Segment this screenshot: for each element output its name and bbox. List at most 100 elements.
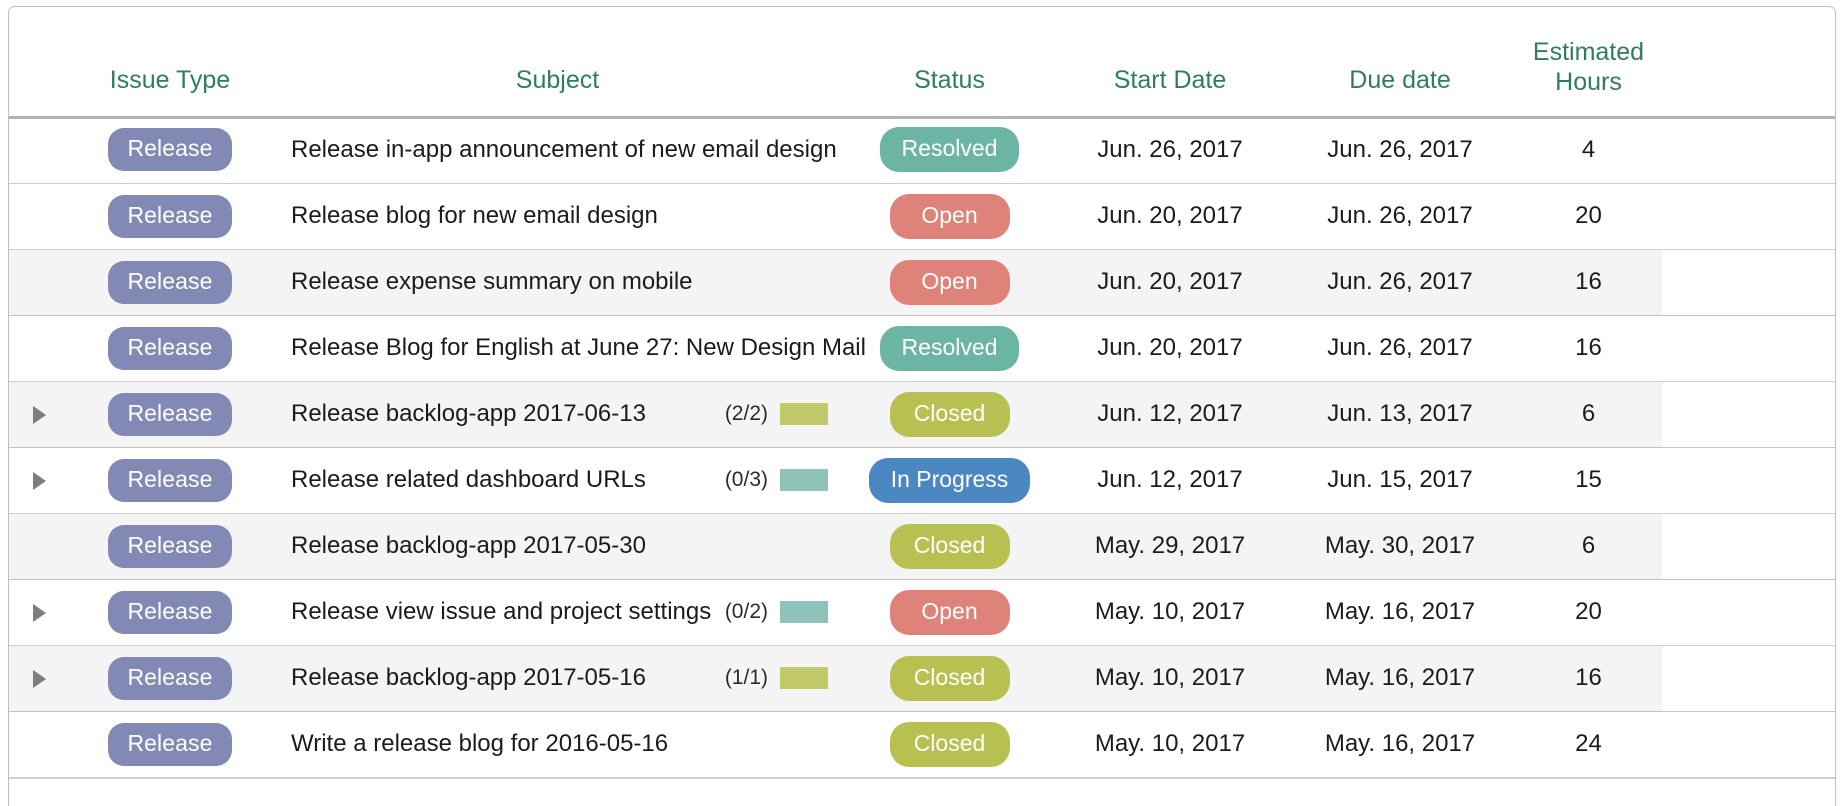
issue-type-cell: Release: [69, 381, 271, 447]
issue-table: Issue Type Subject Status Start Date Due…: [9, 7, 1835, 778]
issue-type-badge[interactable]: Release: [108, 723, 231, 766]
table-row[interactable]: Release Release in-app announcement of ne…: [9, 117, 1835, 183]
subject-link[interactable]: Write a release blog for 2016-05-16: [291, 730, 668, 758]
issue-type-badge[interactable]: Release: [108, 128, 231, 171]
subject-cell: Release related dashboard URLs (0/3): [271, 447, 844, 513]
row-expand-cell: [9, 711, 69, 777]
subject-link[interactable]: Release related dashboard URLs: [291, 466, 646, 494]
column-header-issue-type[interactable]: Issue Type: [69, 7, 271, 117]
chevron-right-icon[interactable]: [33, 670, 46, 688]
issue-type-cell: Release: [69, 645, 271, 711]
column-header-start-date[interactable]: Start Date: [1055, 7, 1285, 117]
status-cell: Resolved: [844, 315, 1055, 381]
subtask-progress: (0/3): [725, 468, 828, 492]
column-header-estimated-hours[interactable]: EstimatedHours: [1515, 7, 1662, 117]
subject-cell: Release blog for new email design: [271, 183, 844, 249]
table-row[interactable]: Release Release expense summary on mobile…: [9, 249, 1835, 315]
status-badge[interactable]: Open: [890, 590, 1010, 635]
row-expand-cell: [9, 513, 69, 579]
issue-type-badge[interactable]: Release: [108, 393, 231, 436]
issue-type-cell: Release: [69, 117, 271, 183]
subject-wrapper: Release backlog-app 2017-06-13 (2/2): [291, 400, 828, 428]
status-cell: Closed: [844, 711, 1055, 777]
subject-link[interactable]: Release Blog for English at June 27: New…: [291, 334, 866, 362]
subject-wrapper: Release view issue and project settings (…: [291, 598, 828, 626]
subject-wrapper: Release Blog for English at June 27: New…: [291, 334, 828, 362]
issue-type-badge[interactable]: Release: [108, 525, 231, 568]
chevron-right-icon[interactable]: [33, 406, 46, 424]
estimated-hours-cell: 6: [1515, 513, 1662, 579]
table-row[interactable]: Release Release blog for new email design…: [9, 183, 1835, 249]
start-date-cell: Jun. 12, 2017: [1055, 447, 1285, 513]
issue-type-badge[interactable]: Release: [108, 591, 231, 634]
subtask-progress: (2/2): [725, 402, 828, 426]
subject-cell: Release backlog-app 2017-05-16(1/1): [271, 645, 844, 711]
chevron-right-icon[interactable]: [33, 472, 46, 490]
subject-link[interactable]: Release backlog-app 2017-06-13: [291, 400, 646, 428]
table-row[interactable]: Release Release view issue and project se…: [9, 579, 1835, 645]
status-badge[interactable]: Resolved: [880, 127, 1020, 172]
subject-link[interactable]: Release backlog-app 2017-05-16: [291, 664, 646, 692]
table-row[interactable]: Release Release related dashboard URLs (0/…: [9, 447, 1835, 513]
start-date-cell: May. 10, 2017: [1055, 579, 1285, 645]
table-row[interactable]: Release Release backlog-app 2017-05-16(1/…: [9, 645, 1835, 711]
due-date-cell: Jun. 26, 2017: [1285, 183, 1515, 249]
subject-link[interactable]: Release view issue and project settings: [291, 598, 711, 626]
subject-cell: Release backlog-app 2017-06-13 (2/2): [271, 381, 844, 447]
issue-type-badge[interactable]: Release: [108, 261, 231, 304]
table-row[interactable]: Release Write a release blog for 2016-05-…: [9, 711, 1835, 777]
subject-link[interactable]: Release backlog-app 2017-05-30: [291, 532, 646, 560]
table-row[interactable]: Release Release Blog for English at June …: [9, 315, 1835, 381]
status-badge[interactable]: In Progress: [869, 458, 1031, 503]
column-header-start-date-label: Start Date: [1055, 66, 1285, 117]
column-header-due-date[interactable]: Due date: [1285, 7, 1515, 117]
status-cell: Open: [844, 249, 1055, 315]
header-divider: [9, 116, 1835, 119]
status-cell: Open: [844, 579, 1055, 645]
subtask-progress-bar: [780, 403, 828, 425]
issue-table-panel: Issue Type Subject Status Start Date Due…: [8, 6, 1836, 806]
subtask-count-label: (2/2): [725, 402, 768, 426]
estimated-hours-cell: 16: [1515, 315, 1662, 381]
column-header-status[interactable]: Status: [844, 7, 1055, 117]
row-expand-cell[interactable]: [9, 579, 69, 645]
estimated-hours-cell: 20: [1515, 579, 1662, 645]
estimated-hours-cell: 24: [1515, 711, 1662, 777]
chevron-right-icon[interactable]: [33, 604, 46, 622]
row-expand-cell[interactable]: [9, 447, 69, 513]
status-cell: Closed: [844, 513, 1055, 579]
subtask-count-label: (0/2): [725, 600, 768, 624]
subject-cell: Release backlog-app 2017-05-30: [271, 513, 844, 579]
table-row[interactable]: Release Release backlog-app 2017-05-30 Clo…: [9, 513, 1835, 579]
status-badge[interactable]: Resolved: [880, 326, 1020, 371]
column-header-expand: [9, 7, 69, 117]
subject-link[interactable]: Release expense summary on mobile: [291, 268, 693, 296]
status-badge[interactable]: Open: [890, 260, 1010, 305]
status-badge[interactable]: Open: [890, 194, 1010, 239]
issue-type-badge[interactable]: Release: [108, 327, 231, 370]
row-expand-cell[interactable]: [9, 645, 69, 711]
row-expand-cell[interactable]: [9, 381, 69, 447]
subject-link[interactable]: Release in-app announcement of new email…: [291, 136, 837, 164]
subtask-progress-bar: [780, 667, 828, 689]
issue-type-badge[interactable]: Release: [108, 657, 231, 700]
due-date-cell: May. 30, 2017: [1285, 513, 1515, 579]
due-date-cell: Jun. 26, 2017: [1285, 249, 1515, 315]
issue-type-badge[interactable]: Release: [108, 195, 231, 238]
issue-list-screen: Issue Type Subject Status Start Date Due…: [0, 0, 1844, 806]
issue-type-badge[interactable]: Release: [108, 459, 231, 502]
subject-cell: Release expense summary on mobile: [271, 249, 844, 315]
column-header-subject[interactable]: Subject: [271, 7, 844, 117]
start-date-cell: Jun. 12, 2017: [1055, 381, 1285, 447]
table-row[interactable]: Release Release backlog-app 2017-06-13 (2/…: [9, 381, 1835, 447]
subject-link[interactable]: Release blog for new email design: [291, 202, 658, 230]
subject-wrapper: Release blog for new email design: [291, 202, 828, 230]
status-badge[interactable]: Closed: [890, 656, 1010, 701]
row-expand-cell: [9, 117, 69, 183]
status-cell: Closed: [844, 645, 1055, 711]
status-badge[interactable]: Closed: [890, 524, 1010, 569]
column-header-estimated-hours-line1: Estimated: [1533, 38, 1644, 66]
subtask-progress: (0/2): [725, 600, 828, 624]
status-badge[interactable]: Closed: [890, 392, 1010, 437]
status-badge[interactable]: Closed: [890, 722, 1010, 767]
